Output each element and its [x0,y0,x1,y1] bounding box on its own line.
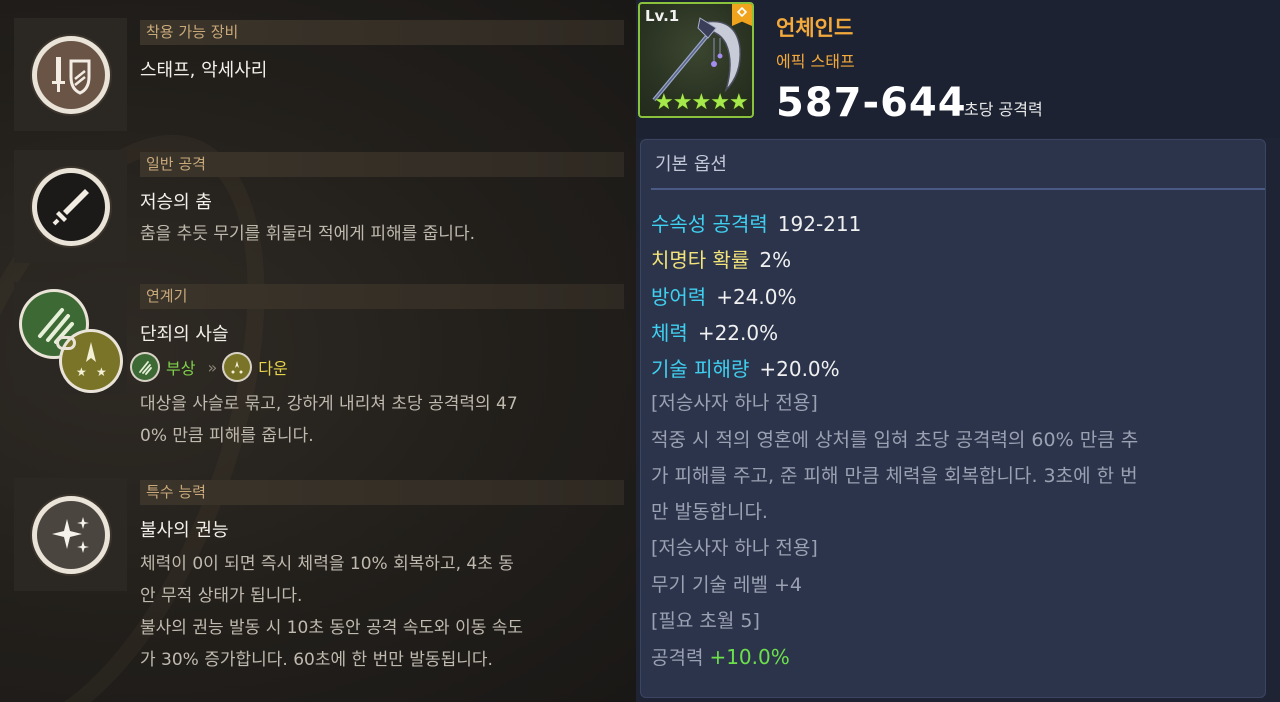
special-ability-description-1: 체력이 0이 되면 즉시 체력을 10% 회복하고, 4초 동 [140,554,514,574]
special-ability-description-3: 불사의 권능 발동 시 10초 동안 공격 속도와 이동 속도 [140,618,524,638]
star-icon: ★ [654,90,674,115]
divider [651,188,1265,190]
equip-title: 스태프, 악세사리 [140,60,268,81]
stat-key: 수속성 공격력 [651,212,768,236]
special-ability-section: 특수 능력 불사의 권능 체력이 0이 되면 즉시 체력을 10% 회복하고, … [14,478,626,688]
reaper-effect-line-2: 가 피해를 주고, 준 피해 만큼 체력을 회복합니다. 3초에 한 번 [651,465,1138,487]
combo-title: 단죄의 사슬 [140,324,229,345]
star-icon: ★ [710,90,730,115]
equip-icon-tile [14,18,127,131]
weapon-skill-level: 무기 기술 레벨 +4 [651,574,803,596]
chain-claw-icon: ★ ★ [20,292,124,392]
item-attack-label: 초당 공격력 [964,100,1043,119]
star-icon: ★ [691,90,712,115]
special-ability-icon-tile [14,478,127,591]
stat-value: 192-211 [777,212,862,236]
stat-value: +22.0% [697,321,779,345]
skill-panel: 착용 가능 장비 스태프, 악세사리 일반 공격 저승의 춤 춤을 추듯 무기를… [0,0,636,702]
svg-text:★: ★ [96,365,107,379]
star-icon: ★ [672,90,693,115]
equip-section: 착용 가능 장비 스태프, 악세사리 [14,18,626,133]
star-rating: ★ ★ ★ ★ ★ [654,90,749,115]
sword-icon [32,168,110,246]
basic-options-panel: 기본 옵션 수속성 공격력 192-211 치명타 확률 2% 방어력 +24.0% … [640,139,1266,698]
item-name: 언체인드 [776,16,854,40]
svg-text:★: ★ [76,365,87,379]
final-stat-line: 공격력 +10.0% [651,639,1263,676]
combo-icon-tile: ★ ★ [14,282,127,395]
stat-skill-damage: 기술 피해량 +20.0% [651,353,840,382]
wound-tag: 부상 [166,359,196,378]
stat-health: 체력 +22.0% [651,317,778,346]
item-portrait[interactable]: Lv.1 ★ ★ ★ ★ ★ [638,2,754,118]
basic-attack-description: 춤을 추듯 무기를 휘둘러 적에게 피해를 줍니다. [140,224,475,244]
special-ability-title: 불사의 권능 [140,520,229,541]
stat-key: 기술 피해량 [651,357,750,381]
stat-crit-chance: 치명타 확률 2% [651,244,791,273]
combo-header: 연계기 [140,284,624,309]
star-icon: ★ [728,90,749,115]
stat-key: 치명타 확률 [651,248,750,272]
item-grade: 에픽 스태프 [776,52,855,71]
equip-header: 착용 가능 장비 [140,20,624,45]
basic-attack-icon-tile [14,150,127,263]
item-header: Lv.1 ★ ★ ★ ★ ★ 언체인드 에픽 스태프 587-644 초당 공격… [636,0,1280,138]
reaper-effect-line-3: 만 발동합니다. [651,501,768,523]
sparkle-stars-icon [32,496,110,574]
reaper-exclusive-note-2: [저승사자 하나 전용] [651,537,818,559]
down-tag: 다운 [258,359,288,378]
item-tooltip: Lv.1 ★ ★ ★ ★ ★ 언체인드 에픽 스태프 587-644 초당 공격… [636,0,1280,702]
final-stat-key: 공격력 [651,647,704,669]
sword-shield-icon [32,36,110,114]
stat-water-attack: 수속성 공격력 192-211 [651,208,861,237]
basic-attack-title: 저승의 춤 [140,192,212,213]
combo-section: ★ ★ 연계기 단죄의 사슬 부상 ›› 다운 대상을 사슬로 묶고, 강하게 … [14,282,626,462]
combo-tag-row: 부상 ›› 다운 [132,354,288,380]
special-ability-description-2: 안 무적 상태가 됩니다. [140,586,303,606]
stat-defense: 방어력 +24.0% [651,281,797,310]
stat-key: 체력 [651,321,688,345]
options-title: 기본 옵션 [655,154,727,175]
reaper-exclusive-note-1: [저승사자 하나 전용] [651,392,818,414]
combo-description-line1: 대상을 사슬로 묶고, 강하게 내리쳐 초당 공격력의 47 [140,394,518,414]
knockdown-icon [224,354,251,380]
reaper-effect-line-1: 적중 시 적의 영혼에 상처를 입혀 초당 공격력의 60% 만큼 추 [651,429,1139,451]
stat-value: +24.0% [716,285,797,309]
basic-attack-section: 일반 공격 저승의 춤 춤을 추듯 무기를 휘둘러 적에게 피해를 줍니다. [14,150,626,265]
claw-wound-icon [132,354,158,380]
final-stat-value: +10.0% [709,645,790,669]
basic-attack-header: 일반 공격 [140,152,624,177]
combo-description-line2: 0% 만큼 피해를 줍니다. [140,426,314,446]
special-ability-description-4: 가 30% 증가합니다. 60초에 한 번만 발동됩니다. [140,650,493,670]
transcend-requirement: [필요 초월 5] [651,610,760,632]
item-attack-value: 587-644 [776,80,967,126]
stat-value: 2% [759,248,792,272]
stat-value: +20.0% [759,357,840,381]
stat-key: 방어력 [651,285,707,309]
special-ability-header: 특수 능력 [140,480,624,505]
chevron-right-icon: ›› [207,357,217,377]
